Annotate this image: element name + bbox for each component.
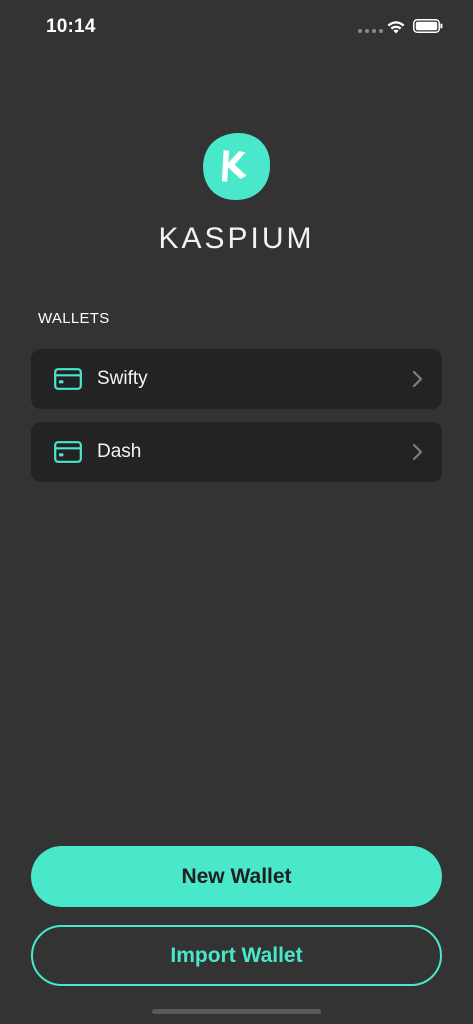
app-name: KASPIUM [158, 222, 315, 255]
home-indicator [152, 1009, 321, 1014]
battery-icon [413, 19, 443, 33]
wallet-list: Swifty Dash [31, 349, 442, 495]
wallet-item-dash[interactable]: Dash [31, 422, 442, 482]
app-screen: 10:14 KASPIUM WALLETS Swifty Dash New Wa… [0, 0, 473, 1024]
wallet-name: Dash [97, 441, 142, 462]
wifi-icon [387, 21, 405, 34]
import-wallet-button[interactable]: Import Wallet [31, 925, 442, 986]
cellular-signal-icon [358, 29, 383, 33]
status-time: 10:14 [46, 16, 96, 37]
wallets-section-title: WALLETS [38, 310, 110, 327]
chevron-right-icon [412, 370, 423, 388]
new-wallet-button[interactable]: New Wallet [31, 846, 442, 907]
kaspa-logo-icon [203, 132, 271, 200]
wallet-card-icon [54, 441, 82, 463]
status-bar: 10:14 [0, 0, 473, 54]
wallet-card-icon [54, 368, 82, 390]
wallet-name: Swifty [97, 368, 148, 389]
wallet-item-swifty[interactable]: Swifty [31, 349, 442, 409]
chevron-right-icon [412, 443, 423, 461]
